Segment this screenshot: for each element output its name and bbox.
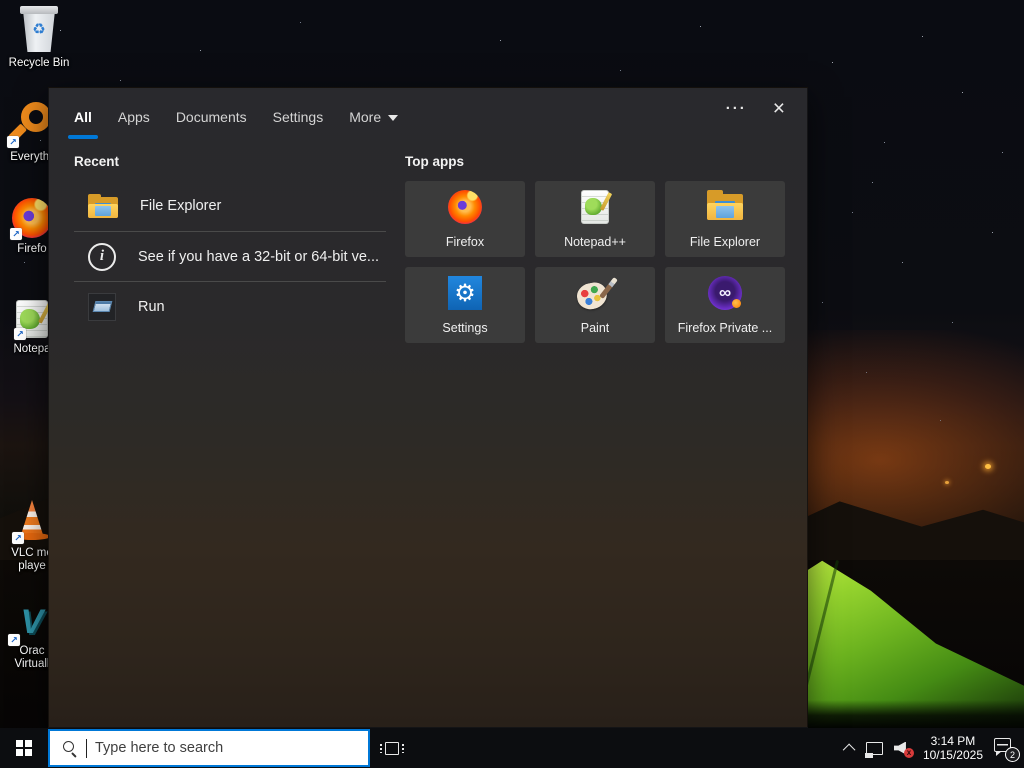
recent-section: Recent File Explorer i See if you have a… bbox=[74, 154, 386, 331]
mute-badge: x bbox=[903, 747, 914, 758]
wallpaper-bright-star bbox=[985, 464, 991, 469]
shortcut-arrow-icon: ↗ bbox=[7, 136, 19, 148]
top-apps-heading: Top apps bbox=[405, 154, 464, 169]
tab-apps[interactable]: Apps bbox=[118, 109, 150, 131]
recent-item-label: File Explorer bbox=[140, 198, 222, 214]
recent-item-run[interactable]: Run bbox=[74, 281, 386, 331]
taskbar-clock[interactable]: 3:14 PM 10/15/2025 bbox=[923, 734, 983, 762]
windows-logo-icon bbox=[16, 740, 32, 756]
top-app-tile-paint[interactable]: Paint bbox=[535, 267, 655, 343]
tab-more[interactable]: More bbox=[349, 109, 399, 131]
wallpaper-bright-star bbox=[945, 481, 949, 484]
desktop: ♻ Recycle Bin ↗ Everythi ↗ Firefo ↗ Note… bbox=[0, 0, 1024, 768]
desktop-icon-label: Everythi bbox=[10, 151, 52, 163]
vlc-cone-icon: ↗ bbox=[12, 500, 50, 544]
shortcut-arrow-icon: ↗ bbox=[12, 532, 24, 544]
wallpaper-stars bbox=[0, 0, 1, 1]
top-app-tile-firefox-private[interactable]: ∞ Firefox Private ... bbox=[665, 267, 785, 343]
clock-date: 10/15/2025 bbox=[922, 748, 983, 762]
recycle-bin-icon: ♻ bbox=[19, 6, 59, 52]
desktop-icon-label: Notepa bbox=[13, 343, 51, 355]
desktop-icon-label: Orac Virtuall bbox=[14, 645, 50, 670]
shortcut-arrow-icon: ↗ bbox=[8, 634, 20, 646]
system-tray: x 3:14 PM 10/15/2025 2 bbox=[842, 728, 1020, 768]
desktop-icon-label: Firefo bbox=[17, 243, 47, 255]
paint-palette-icon bbox=[574, 276, 618, 314]
wallpaper-grass bbox=[792, 700, 1024, 728]
network-icon[interactable] bbox=[864, 741, 883, 758]
start-button[interactable] bbox=[0, 728, 48, 768]
more-options-button[interactable]: ··· bbox=[722, 98, 751, 119]
tab-all[interactable]: All bbox=[68, 109, 98, 139]
everything-search-icon: ↗ bbox=[7, 100, 53, 148]
tab-documents[interactable]: Documents bbox=[176, 109, 247, 131]
text-cursor bbox=[86, 738, 87, 758]
top-app-tile-notepad-plus-plus[interactable]: Notepad++ bbox=[535, 181, 655, 257]
search-placeholder: Type here to search bbox=[95, 740, 224, 756]
run-window-icon bbox=[88, 292, 116, 321]
firefox-icon bbox=[448, 190, 482, 224]
recent-item-label: See if you have a 32-bit or 64-bit ve... bbox=[138, 248, 379, 265]
shortcut-arrow-icon: ↗ bbox=[14, 328, 26, 340]
top-app-tile-firefox[interactable]: Firefox bbox=[405, 181, 525, 257]
search-icon bbox=[62, 740, 78, 756]
recent-item-file-explorer[interactable]: File Explorer bbox=[74, 181, 386, 231]
tab-settings[interactable]: Settings bbox=[273, 109, 324, 131]
desktop-icon-label: Recycle Bin bbox=[8, 57, 70, 69]
clock-time: 3:14 PM bbox=[930, 734, 976, 748]
desktop-icon-label: VLC me playe bbox=[11, 547, 53, 572]
notepad-plus-plus-icon bbox=[581, 190, 613, 224]
action-center-button[interactable]: 2 bbox=[994, 737, 1020, 762]
tile-label: Settings bbox=[442, 321, 488, 335]
recent-heading: Recent bbox=[74, 154, 120, 169]
top-app-tile-settings[interactable]: ⚙ Settings bbox=[405, 267, 525, 343]
shortcut-arrow-icon: ↗ bbox=[10, 228, 22, 240]
tray-overflow-chevron-icon[interactable] bbox=[842, 743, 856, 756]
tile-label: Notepad++ bbox=[564, 235, 626, 249]
desktop-icon-recycle-bin[interactable]: ♻ Recycle Bin bbox=[2, 6, 76, 70]
taskbar-search-input[interactable]: Type here to search bbox=[48, 729, 370, 767]
close-button[interactable]: × bbox=[769, 98, 789, 119]
recent-item-search-suggestion[interactable]: i See if you have a 32-bit or 64-bit ve.… bbox=[74, 231, 386, 281]
info-icon: i bbox=[88, 242, 116, 271]
notepad-plus-plus-icon: ↗ bbox=[14, 300, 52, 340]
top-apps-section: Top apps Firefox Notepad++ File Explorer bbox=[405, 154, 789, 343]
task-view-icon bbox=[380, 741, 404, 755]
firefox-icon: ↗ bbox=[10, 198, 52, 240]
tile-label: Firefox Private ... bbox=[677, 321, 773, 335]
task-view-button[interactable] bbox=[372, 728, 412, 768]
chevron-down-icon bbox=[388, 115, 399, 122]
search-flyout-panel: All Apps Documents Settings More ··· × R… bbox=[48, 87, 808, 728]
notification-badge: 2 bbox=[1005, 747, 1020, 762]
settings-gear-icon: ⚙ bbox=[448, 276, 482, 310]
recent-item-label: Run bbox=[138, 298, 165, 315]
volume-muted-icon[interactable]: x bbox=[893, 741, 914, 758]
tile-label: Firefox bbox=[445, 235, 485, 249]
top-app-tile-file-explorer[interactable]: File Explorer bbox=[665, 181, 785, 257]
folder-icon bbox=[707, 190, 743, 220]
firefox-private-icon: ∞ bbox=[708, 276, 742, 310]
tile-label: File Explorer bbox=[689, 235, 761, 249]
taskbar: Type here to search x 3:14 PM 10/15/2025… bbox=[0, 728, 1024, 768]
folder-icon bbox=[88, 194, 118, 218]
search-tab-bar: All Apps Documents Settings More bbox=[68, 102, 787, 139]
tile-label: Paint bbox=[580, 321, 610, 335]
